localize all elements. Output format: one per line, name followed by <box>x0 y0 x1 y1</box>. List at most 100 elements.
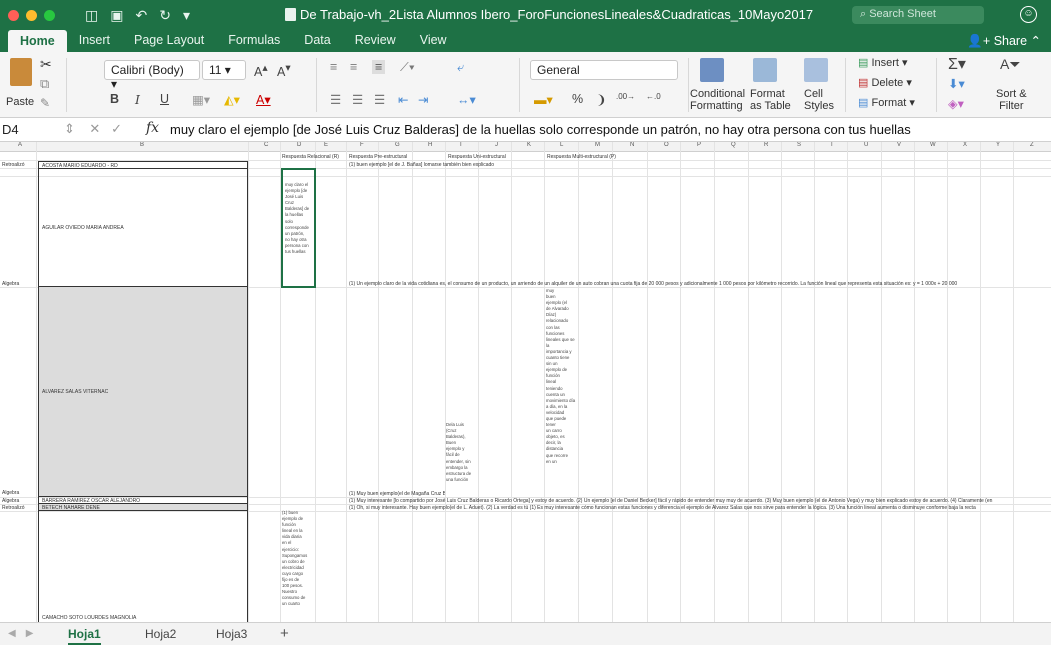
row-label[interactable]: Retroalizó <box>2 505 25 511</box>
wrap-text-icon[interactable]: ⤶ <box>457 60 464 75</box>
column-header-f[interactable]: F <box>360 142 364 148</box>
name-box[interactable]: D4 <box>2 122 19 137</box>
tab-data[interactable]: Data <box>292 33 342 52</box>
column-header-n[interactable]: N <box>630 142 634 148</box>
header-cell-f[interactable]: Respuesta Pre-estructural <box>349 154 417 160</box>
cell-f6[interactable]: (1) Muy interesante [lo compartido por J… <box>349 498 1049 504</box>
increase-font-icon[interactable]: A▴ <box>254 62 268 79</box>
conditional-formatting-button[interactable]: Conditional Formatting <box>690 88 745 112</box>
format-as-table-icon[interactable] <box>753 58 777 82</box>
column-header-s[interactable]: S <box>797 142 801 148</box>
delete-cells-button[interactable]: ▤ Delete ▾ <box>858 76 912 89</box>
clear-icon[interactable]: ◈▾ <box>948 96 964 111</box>
font-name-select[interactable]: Calibri (Body) ▾ <box>104 60 200 91</box>
save-icon[interactable]: ▣ <box>110 7 123 24</box>
format-as-table-button[interactable]: Format as Table <box>750 88 791 112</box>
column-header-i[interactable]: I <box>460 142 462 148</box>
minimize-window-button[interactable] <box>26 9 37 21</box>
customize-toolbar-icon[interactable]: ▾ <box>183 7 190 24</box>
column-header-y[interactable]: Y <box>996 142 1000 148</box>
row-label[interactable]: Retroalizó <box>2 162 25 168</box>
cell-styles-button[interactable]: Cell Styles <box>804 88 834 112</box>
percent-button[interactable]: % <box>572 92 583 106</box>
spreadsheet-grid[interactable]: A B C D E F G H I J K L M N O P Q R S T … <box>0 142 1051 622</box>
feedback-smiley-icon[interactable]: ☺ <box>1020 6 1037 23</box>
underline-button[interactable]: U <box>160 92 169 106</box>
sheet-tab-hoja1[interactable]: Hoja1 <box>68 623 101 645</box>
zoom-window-button[interactable] <box>44 9 55 21</box>
sidebar-toggle-icon[interactable]: ◫ <box>85 7 98 24</box>
cell-f4[interactable]: (1) Un ejemplo claro de la vida cotidian… <box>349 281 1049 287</box>
accept-formula-icon[interactable]: ✓ <box>111 121 122 136</box>
column-header-d[interactable]: D <box>297 142 301 148</box>
format-cells-button[interactable]: ▤ Format ▾ <box>858 96 915 109</box>
column-header-j[interactable]: J <box>495 142 498 148</box>
column-header-z[interactable]: Z <box>1030 142 1034 148</box>
format-painter-icon[interactable]: ✎ <box>40 96 50 110</box>
previous-sheet-icon[interactable]: ◀ <box>8 628 26 639</box>
fill-color-icon[interactable]: ◭▾ <box>224 92 240 107</box>
undo-icon[interactable]: ↶ <box>135 7 147 24</box>
column-header-v[interactable]: V <box>897 142 901 148</box>
align-middle-icon[interactable]: ≡ <box>350 60 357 74</box>
column-header-t[interactable]: T <box>830 142 834 148</box>
search-sheet-input[interactable]: ⌕ Search Sheet <box>852 6 984 24</box>
column-header-a[interactable]: A <box>18 142 22 148</box>
cell-h5[interactable]: Dela Luis (Cruz Balderas), Buen ejemplo … <box>446 422 479 496</box>
borders-icon[interactable]: ▦▾ <box>192 92 210 107</box>
column-header-x[interactable]: X <box>963 142 967 148</box>
header-cell-l[interactable]: Respuesta Multi-estructural (P) <box>547 154 627 160</box>
insert-cells-button[interactable]: ▤ Insert ▾ <box>858 56 908 69</box>
column-header-r[interactable]: R <box>764 142 768 148</box>
tab-insert[interactable]: Insert <box>67 33 122 52</box>
tab-page-layout[interactable]: Page Layout <box>122 33 216 52</box>
align-bottom-icon[interactable]: ≡ <box>372 60 386 74</box>
table-row[interactable]: AGUILAR OVIEDO MARIA ANDREA <box>38 168 248 287</box>
column-header-m[interactable]: M <box>595 142 600 148</box>
close-window-button[interactable] <box>8 9 19 21</box>
share-button[interactable]: 👤+ Share ⌃ <box>967 33 1041 49</box>
increase-decimal-icon[interactable]: .00→ <box>616 92 635 101</box>
formula-input[interactable]: muy claro el ejemplo [de José Luis Cruz … <box>170 122 911 137</box>
insert-function-button[interactable]: fx <box>146 120 159 136</box>
column-header-c[interactable]: C <box>264 142 268 148</box>
column-header-l[interactable]: L <box>560 142 563 148</box>
selected-cell-d4[interactable]: muy claro el ejemplo [de José Luis Cruz … <box>281 168 316 288</box>
currency-icon[interactable]: ▬▾ <box>534 92 553 107</box>
align-center-icon[interactable]: ☰ <box>352 92 363 107</box>
align-top-icon[interactable]: ≡ <box>330 60 337 74</box>
column-header-o[interactable]: O <box>664 142 669 148</box>
paste-icon[interactable] <box>10 58 32 86</box>
font-color-icon[interactable]: A▾ <box>256 92 271 107</box>
sort-filter-button[interactable]: Sort & Filter <box>996 88 1027 112</box>
add-sheet-button[interactable]: + <box>280 625 289 642</box>
fill-icon[interactable]: ⬇▾ <box>948 76 965 91</box>
column-header-k[interactable]: K <box>527 142 531 148</box>
column-header-w[interactable]: W <box>930 142 936 148</box>
sheet-tab-hoja3[interactable]: Hoja3 <box>216 623 247 645</box>
tab-formulas[interactable]: Formulas <box>216 33 292 52</box>
number-format-select[interactable]: General <box>530 60 678 80</box>
row-label[interactable]: Algebra <box>2 490 19 496</box>
column-header-b[interactable]: B <box>140 142 144 148</box>
name-box-stepper-icon[interactable]: ⇕ <box>64 121 75 136</box>
column-header-h[interactable]: H <box>428 142 432 148</box>
decrease-indent-icon[interactable]: ⇤ <box>398 92 408 107</box>
italic-button[interactable]: I <box>135 92 140 107</box>
cut-icon[interactable]: ✂ <box>40 56 52 73</box>
bold-button[interactable]: B <box>110 92 119 106</box>
cell-f7[interactable]: (1) Oh, si muy interesante. Hay buen eje… <box>349 505 1049 511</box>
decrease-font-icon[interactable]: A▾ <box>277 62 291 79</box>
cell-l5[interactable]: muy buen ejemplo (el de Alvarado Díaz) r… <box>546 288 579 496</box>
next-sheet-icon[interactable]: ▶ <box>26 628 44 639</box>
table-row[interactable]: CAMACHO SOTO LOURDES MAGNOLIA <box>38 510 248 622</box>
row-label[interactable]: Algebra <box>2 498 19 504</box>
row-label[interactable]: Algebra <box>2 281 19 287</box>
table-row[interactable]: ALVAREZ SALAS VITERNAC <box>38 286 248 497</box>
orientation-icon[interactable]: ⟋▾ <box>400 60 415 75</box>
decrease-decimal-icon[interactable]: ←.0 <box>646 92 661 101</box>
increase-indent-icon[interactable]: ⇥ <box>418 92 428 107</box>
sort-filter-icon[interactable]: A⏷ <box>1000 56 1021 73</box>
column-header-e[interactable]: E <box>324 142 328 148</box>
tab-home[interactable]: Home <box>8 30 67 52</box>
